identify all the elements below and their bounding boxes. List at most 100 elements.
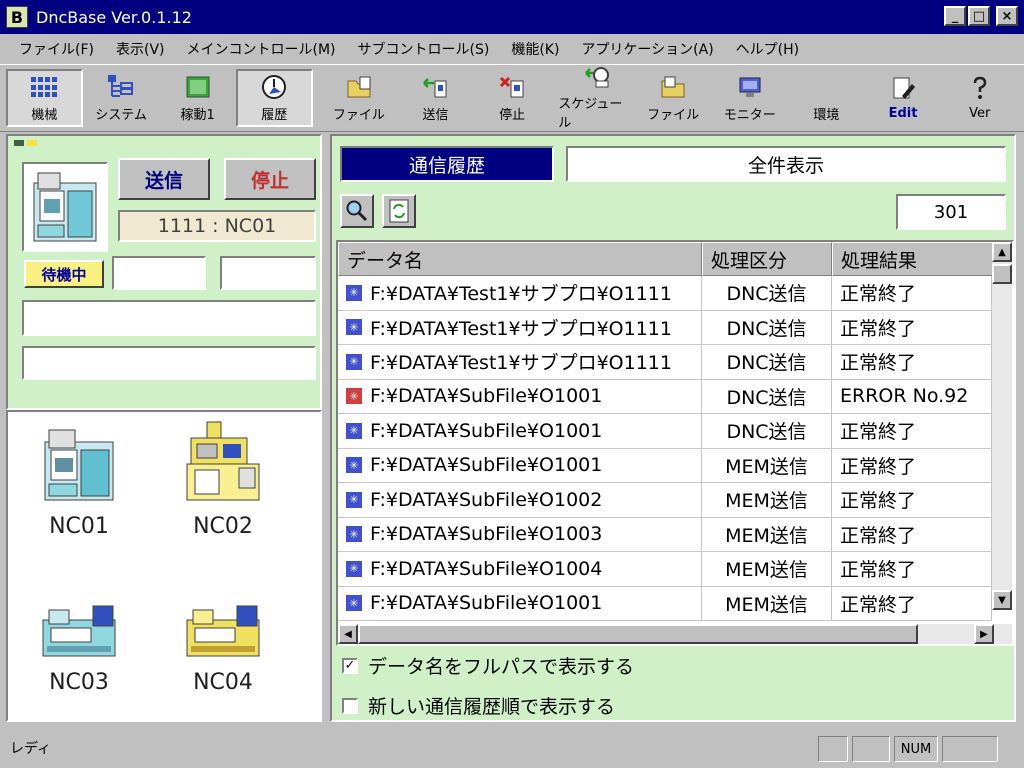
machine-id-display: 1111 : NC01 xyxy=(118,210,316,242)
machine-status-panel: 送信 停止 1111 : NC01 待機中 xyxy=(6,134,322,410)
maximize-button[interactable]: □ xyxy=(968,6,990,26)
toolbar-schedule-button[interactable]: スケジュール xyxy=(558,67,635,131)
table-row[interactable]: ✳ F:¥DATA¥Test1¥サブプロ¥O1111 DNC送信 正常終了 xyxy=(338,345,992,380)
toolbar-edit-label: Edit xyxy=(888,105,918,121)
cell-data-name: ✳ F:¥DATA¥SubFile¥O1001 xyxy=(338,379,702,413)
toolbar-file-label: ファイル xyxy=(332,107,385,123)
menu-view[interactable]: 表示(V) xyxy=(105,39,176,59)
horizontal-scrollbar[interactable]: ◀ ▶ xyxy=(338,624,1012,644)
toolbar-history-button[interactable]: 履歴 xyxy=(235,69,313,127)
status-panel-2 xyxy=(852,736,890,762)
cell-text: F:¥DATA¥SubFile¥O1001 xyxy=(370,385,603,408)
table-row[interactable]: ✳ F:¥DATA¥Test1¥サブプロ¥O1111 DNC送信 正常終了 xyxy=(338,310,992,345)
selected-machine-image xyxy=(22,162,108,252)
newest-first-checkbox[interactable]: 新しい通信履歴順で表示する xyxy=(342,692,615,719)
checkbox-box-checked[interactable]: ✓ xyxy=(342,657,358,674)
toolbar-stop-button[interactable]: 停止 xyxy=(474,69,551,127)
machine-tile-nc04[interactable]: NC04 xyxy=(168,574,278,695)
send-button[interactable]: 送信 xyxy=(118,158,210,200)
cell-data-name: ✳ F:¥DATA¥Test1¥サブプロ¥O1111 xyxy=(338,310,702,344)
close-button[interactable]: × xyxy=(996,6,1018,26)
search-button[interactable] xyxy=(340,194,374,228)
cell-process-type: MEM送信 xyxy=(702,552,832,586)
status-icon: ✳ xyxy=(346,284,362,301)
window-controls: _ □ × xyxy=(944,6,1018,26)
checkbox-box[interactable] xyxy=(342,697,358,714)
menu-main-control[interactable]: メインコントロール(M) xyxy=(176,39,347,59)
fullpath-checkbox[interactable]: ✓ データ名をフルパスで表示する xyxy=(342,652,634,679)
menu-application[interactable]: アプリケーション(A) xyxy=(570,39,724,59)
status-icon: ✳ xyxy=(346,353,362,370)
refresh-button[interactable] xyxy=(382,194,416,228)
scroll-right-button[interactable]: ▶ xyxy=(974,624,994,644)
table-row[interactable]: ✳ F:¥DATA¥SubFile¥O1001 MEM送信 正常終了 xyxy=(338,586,992,621)
toolbar-ver-button[interactable]: Ver xyxy=(941,69,1018,127)
stop-button[interactable]: 停止 xyxy=(224,158,316,200)
machine-tile-nc02[interactable]: NC02 xyxy=(168,418,278,539)
toolbar-env-button[interactable]: 環境 xyxy=(788,69,865,127)
filter-display[interactable]: 全件表示 xyxy=(566,146,1006,182)
lathe-icon xyxy=(168,574,278,660)
toolbar-monitor-button[interactable]: モニター xyxy=(712,69,789,127)
horizontal-scroll-thumb[interactable] xyxy=(358,624,918,644)
minimize-button[interactable]: _ xyxy=(944,6,966,26)
cell-process-type: DNC送信 xyxy=(702,379,832,413)
menu-help[interactable]: ヘルプ(H) xyxy=(725,39,810,59)
menu-sub-control[interactable]: サブコントロール(S) xyxy=(347,39,501,59)
info-field-d xyxy=(22,346,316,380)
table-row[interactable]: ✳ F:¥DATA¥SubFile¥O1001 MEM送信 正常終了 xyxy=(338,448,992,483)
help-question-icon xyxy=(966,76,994,102)
toolbar-monitor-label: モニター xyxy=(723,107,776,123)
cell-text: F:¥DATA¥SubFile¥O1003 xyxy=(370,523,603,546)
scroll-left-button[interactable]: ◀ xyxy=(338,624,358,644)
magnifier-icon xyxy=(346,200,368,222)
cell-text: F:¥DATA¥Test1¥サブプロ¥O1111 xyxy=(370,352,672,375)
operation-chart-icon xyxy=(184,74,212,100)
toolbar-file2-button[interactable]: ファイル xyxy=(635,69,712,127)
toolbar-file-button[interactable]: ファイル xyxy=(321,69,398,127)
toolbar-send-button[interactable]: 送信 xyxy=(397,69,474,127)
column-header-result[interactable]: 処理結果 xyxy=(832,242,994,276)
toolbar-history-label: 履歴 xyxy=(261,107,288,123)
toolbar-operation-button[interactable]: 稼動1 xyxy=(159,69,236,127)
toolbar-edit-button[interactable]: Edit xyxy=(865,69,942,127)
column-header-process-type[interactable]: 処理区分 xyxy=(702,242,832,276)
vertical-scrollbar[interactable]: ▲ ▼ xyxy=(992,242,1012,610)
machine-label: NC02 xyxy=(193,514,253,539)
table-row[interactable]: ✳ F:¥DATA¥SubFile¥O1003 MEM送信 正常終了 xyxy=(338,517,992,552)
scroll-down-button[interactable]: ▼ xyxy=(992,590,1012,610)
toolbar-system-button[interactable]: システム xyxy=(83,69,160,127)
machine-label: NC03 xyxy=(49,670,109,695)
machining-center-icon xyxy=(24,418,134,504)
status-icon: ✳ xyxy=(346,457,362,474)
menu-file[interactable]: ファイル(F) xyxy=(8,39,105,59)
cell-data-name: ✳ F:¥DATA¥SubFile¥O1003 xyxy=(338,517,702,551)
cell-process-type: DNC送信 xyxy=(702,310,832,344)
table-row[interactable]: ✳ F:¥DATA¥SubFile¥O1002 MEM送信 正常終了 xyxy=(338,483,992,518)
vertical-scroll-thumb[interactable] xyxy=(992,264,1012,284)
scroll-up-button[interactable]: ▲ xyxy=(992,242,1012,262)
cell-data-name: ✳ F:¥DATA¥SubFile¥O1001 xyxy=(338,586,702,620)
cell-result: 正常終了 xyxy=(832,483,992,517)
column-header-data-name[interactable]: データ名 xyxy=(338,242,702,276)
cell-process-type: MEM送信 xyxy=(702,448,832,482)
menu-function[interactable]: 機能(K) xyxy=(500,39,570,59)
cell-text: F:¥DATA¥SubFile¥O1002 xyxy=(370,488,603,511)
cell-data-name: ✳ F:¥DATA¥SubFile¥O1001 xyxy=(338,448,702,482)
machine-list-panel: NC01 NC02 NC03 NC04 xyxy=(6,410,322,722)
cell-process-type: MEM送信 xyxy=(702,586,832,620)
edit-document-icon xyxy=(889,76,917,102)
toolbar-machine-button[interactable]: 機械 xyxy=(6,69,83,127)
machine-tile-nc03[interactable]: NC03 xyxy=(24,574,134,695)
cell-process-type: DNC送信 xyxy=(702,345,832,379)
table-row[interactable]: ✳ F:¥DATA¥SubFile¥O1001 DNC送信 ERROR No.92 xyxy=(338,379,992,414)
lathe-icon xyxy=(24,574,134,660)
monitor-icon xyxy=(736,74,764,100)
table-row[interactable]: ✳ F:¥DATA¥Test1¥サブプロ¥O1111 DNC送信 正常終了 xyxy=(338,276,992,311)
machine-tile-nc01[interactable]: NC01 xyxy=(24,418,134,539)
table-row[interactable]: ✳ F:¥DATA¥SubFile¥O1001 DNC送信 正常終了 xyxy=(338,414,992,449)
newest-first-label: 新しい通信履歴順で表示する xyxy=(368,696,616,718)
table-body: ✳ F:¥DATA¥Test1¥サブプロ¥O1111 DNC送信 正常終了 ✳ F:¥D… xyxy=(338,276,992,621)
table-row[interactable]: ✳ F:¥DATA¥SubFile¥O1004 MEM送信 正常終了 xyxy=(338,552,992,587)
cell-text: F:¥DATA¥Test1¥サブプロ¥O1111 xyxy=(370,317,672,340)
